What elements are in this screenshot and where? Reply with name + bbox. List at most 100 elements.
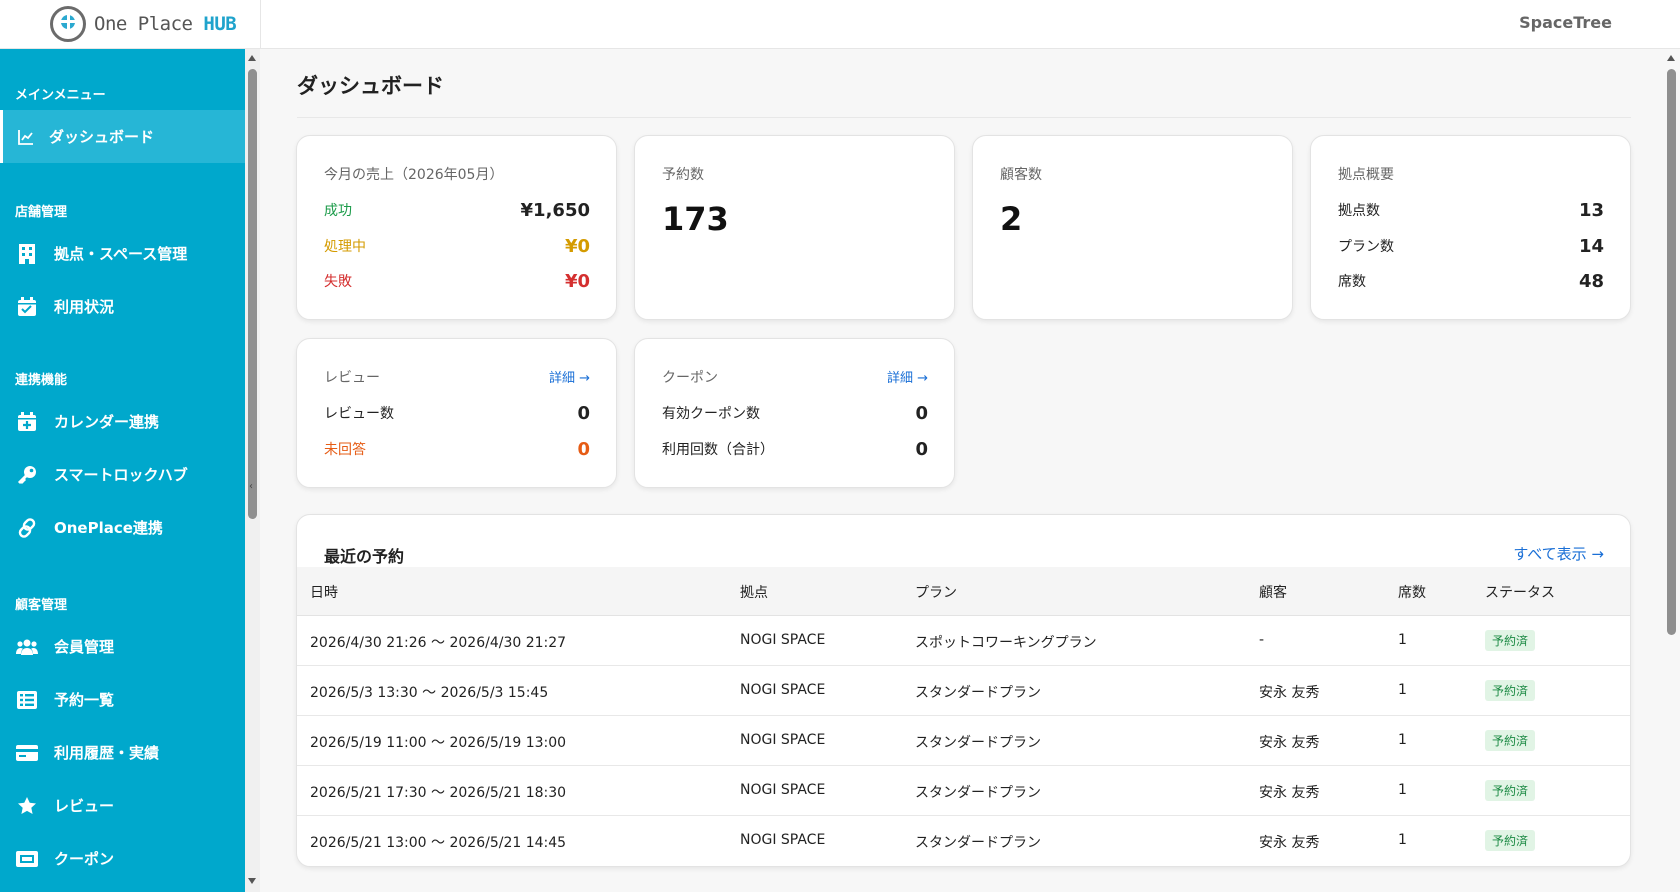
logo-text: One Place HUB	[94, 13, 237, 35]
sidebar-item-label: OnePlace連携	[54, 519, 163, 537]
table-row[interactable]: 2026/5/21 17:30 〜 2026/5/21 18:30 NOGI S…	[297, 766, 1630, 816]
page-title: ダッシュボード	[297, 74, 444, 98]
cell-customer: 安永 友秀	[1259, 785, 1320, 801]
column-header-status[interactable]: ステータス	[1485, 582, 1555, 602]
sidebar-item-members[interactable]: 会員管理	[0, 620, 245, 673]
sidebar-item-label: カレンダー連携	[54, 413, 160, 431]
sidebar-item-label: 会員管理	[54, 638, 115, 656]
sales-success-value: ¥1,650	[520, 199, 590, 221]
cell-datetime: 2026/5/21 13:00 〜 2026/5/21 14:45	[310, 835, 567, 851]
calendar-plus-icon	[0, 411, 54, 432]
cell-datetime: 2026/5/19 11:00 〜 2026/5/19 13:00	[310, 735, 567, 751]
sales-row-success: 成功 ¥1,650	[324, 199, 590, 221]
sidebar-scrollbar[interactable]: ‹	[245, 49, 260, 892]
ticket-icon	[0, 850, 54, 867]
sales-row-failed: 失敗 ¥0	[324, 270, 590, 292]
sidebar-item-coupons[interactable]: クーポン	[0, 832, 245, 885]
table-row[interactable]: 2026/5/3 13:30 〜 2026/5/3 15:45 NOGI SPA…	[297, 666, 1630, 716]
locations-row-sites: 拠点数 13	[1338, 199, 1604, 221]
locations-sites-label: 拠点数	[1338, 203, 1380, 219]
sidebar-section-integration: 連携機能	[15, 373, 68, 388]
page-scroll-thumb[interactable]	[1667, 69, 1676, 635]
cell-plan: スポットコワーキングプラン	[915, 635, 1097, 651]
sidebar-item-usage[interactable]: 利用状況	[0, 280, 245, 333]
sales-failed-value: ¥0	[564, 270, 590, 292]
sidebar-item-label: レビュー	[54, 797, 115, 815]
sidebar-item-locations[interactable]: 拠点・スペース管理	[0, 227, 245, 280]
cell-plan: スタンダードプラン	[915, 735, 1041, 751]
list-icon	[0, 690, 54, 709]
cell-location: NOGI SPACE	[740, 682, 826, 698]
sales-card: 今月の売上（2026年05月） 成功 ¥1,650 処理中 ¥0 失敗 ¥0	[296, 135, 617, 320]
sidebar-item-label: 利用履歴・実績	[54, 744, 160, 762]
sidebar-item-reservations[interactable]: 予約一覧	[0, 673, 245, 726]
sidebar-item-usage-history[interactable]: 利用履歴・実績	[0, 726, 245, 779]
scroll-down-arrow-icon[interactable]	[248, 878, 256, 884]
cell-customer: 安永 友秀	[1259, 735, 1320, 751]
customers-card: 顧客数 2	[972, 135, 1293, 320]
cell-location: NOGI SPACE	[740, 732, 826, 748]
sidebar-item-label: 予約一覧	[54, 691, 115, 709]
sales-pending-label: 処理中	[324, 239, 366, 255]
coupons-active-label: 有効クーポン数	[662, 406, 760, 422]
sales-pending-value: ¥0	[564, 235, 590, 257]
locations-sites-value: 13	[1578, 199, 1604, 221]
header-divider	[260, 0, 261, 49]
column-header-location[interactable]: 拠点	[740, 582, 768, 602]
sidebar-item-smartlock[interactable]: スマートロックハブ	[0, 448, 245, 501]
page-scrollbar[interactable]	[1663, 49, 1680, 892]
coupons-detail-link[interactable]: 詳細 →	[887, 367, 928, 386]
organization-name[interactable]: SpaceTree	[1519, 13, 1612, 32]
sidebar-item-oneplace[interactable]: OnePlace連携	[0, 501, 245, 554]
column-header-plan[interactable]: プラン	[915, 582, 957, 602]
sidebar-item-dashboard[interactable]: ダッシュボード	[0, 110, 245, 163]
status-badge: 予約済	[1485, 780, 1536, 801]
collapse-sidebar-icon[interactable]: ‹	[249, 481, 253, 492]
table-row[interactable]: 2026/5/21 13:00 〜 2026/5/21 14:45 NOGI S…	[297, 816, 1630, 866]
sidebar: メインメニュー ダッシュボード 店舗管理 拠点・スペース管理 利用状況 連携機能…	[0, 49, 245, 892]
page-scroll-up-arrow-icon[interactable]	[1667, 55, 1675, 61]
cell-seats: 1	[1398, 632, 1407, 648]
cell-customer: -	[1259, 632, 1265, 648]
recent-reservations-title: 最近の予約	[324, 547, 405, 566]
cell-location: NOGI SPACE	[740, 832, 826, 848]
sidebar-scroll-thumb[interactable]	[248, 69, 257, 519]
scroll-up-arrow-icon[interactable]	[248, 55, 256, 61]
status-badge: 予約済	[1485, 830, 1536, 851]
link-icon	[0, 517, 54, 538]
reviews-unanswered-label: 未回答	[324, 442, 366, 458]
reviews-row-unanswered: 未回答 0	[324, 438, 590, 460]
reviews-detail-link[interactable]: 詳細 →	[549, 367, 590, 386]
column-header-datetime[interactable]: 日時	[310, 582, 338, 602]
sidebar-item-label: 利用状況	[54, 298, 115, 316]
reviews-count-label: レビュー数	[324, 406, 394, 422]
status-badge: 予約済	[1485, 630, 1536, 651]
cell-seats: 1	[1398, 782, 1407, 798]
sidebar-item-reviews[interactable]: レビュー	[0, 779, 245, 832]
title-divider	[297, 117, 1631, 118]
sidebar-section-store: 店舗管理	[15, 205, 68, 220]
status-badge: 予約済	[1485, 730, 1536, 751]
table-row[interactable]: 2026/4/30 21:26 〜 2026/4/30 21:27 NOGI S…	[297, 616, 1630, 666]
table-header: 日時 拠点 プラン 顧客 席数 ステータス	[297, 567, 1630, 616]
sales-row-pending: 処理中 ¥0	[324, 235, 590, 257]
reservations-card: 予約数 173	[634, 135, 955, 320]
credit-card-icon	[0, 744, 54, 761]
table-row[interactable]: 2026/5/19 11:00 〜 2026/5/19 13:00 NOGI S…	[297, 716, 1630, 766]
reviews-unanswered-value: 0	[577, 438, 590, 460]
chart-line-icon	[3, 129, 49, 145]
star-icon	[0, 796, 54, 816]
sidebar-item-calendar-sync[interactable]: カレンダー連携	[0, 395, 245, 448]
sidebar-item-label: 拠点・スペース管理	[54, 245, 188, 263]
users-icon	[0, 639, 54, 655]
cell-location: NOGI SPACE	[740, 782, 826, 798]
customers-count: 2	[1000, 200, 1023, 238]
customers-card-label: 顧客数	[1000, 167, 1042, 183]
app-logo[interactable]: One Place HUB	[50, 5, 262, 43]
cell-datetime: 2026/5/3 13:30 〜 2026/5/3 15:45	[310, 685, 549, 701]
view-all-link[interactable]: すべて表示 →	[1513, 543, 1604, 564]
column-header-seats[interactable]: 席数	[1398, 582, 1426, 602]
cell-customer: 安永 友秀	[1259, 835, 1320, 851]
column-header-customer[interactable]: 顧客	[1259, 582, 1287, 602]
reviews-card: レビュー 詳細 → レビュー数 0 未回答 0	[296, 338, 617, 488]
